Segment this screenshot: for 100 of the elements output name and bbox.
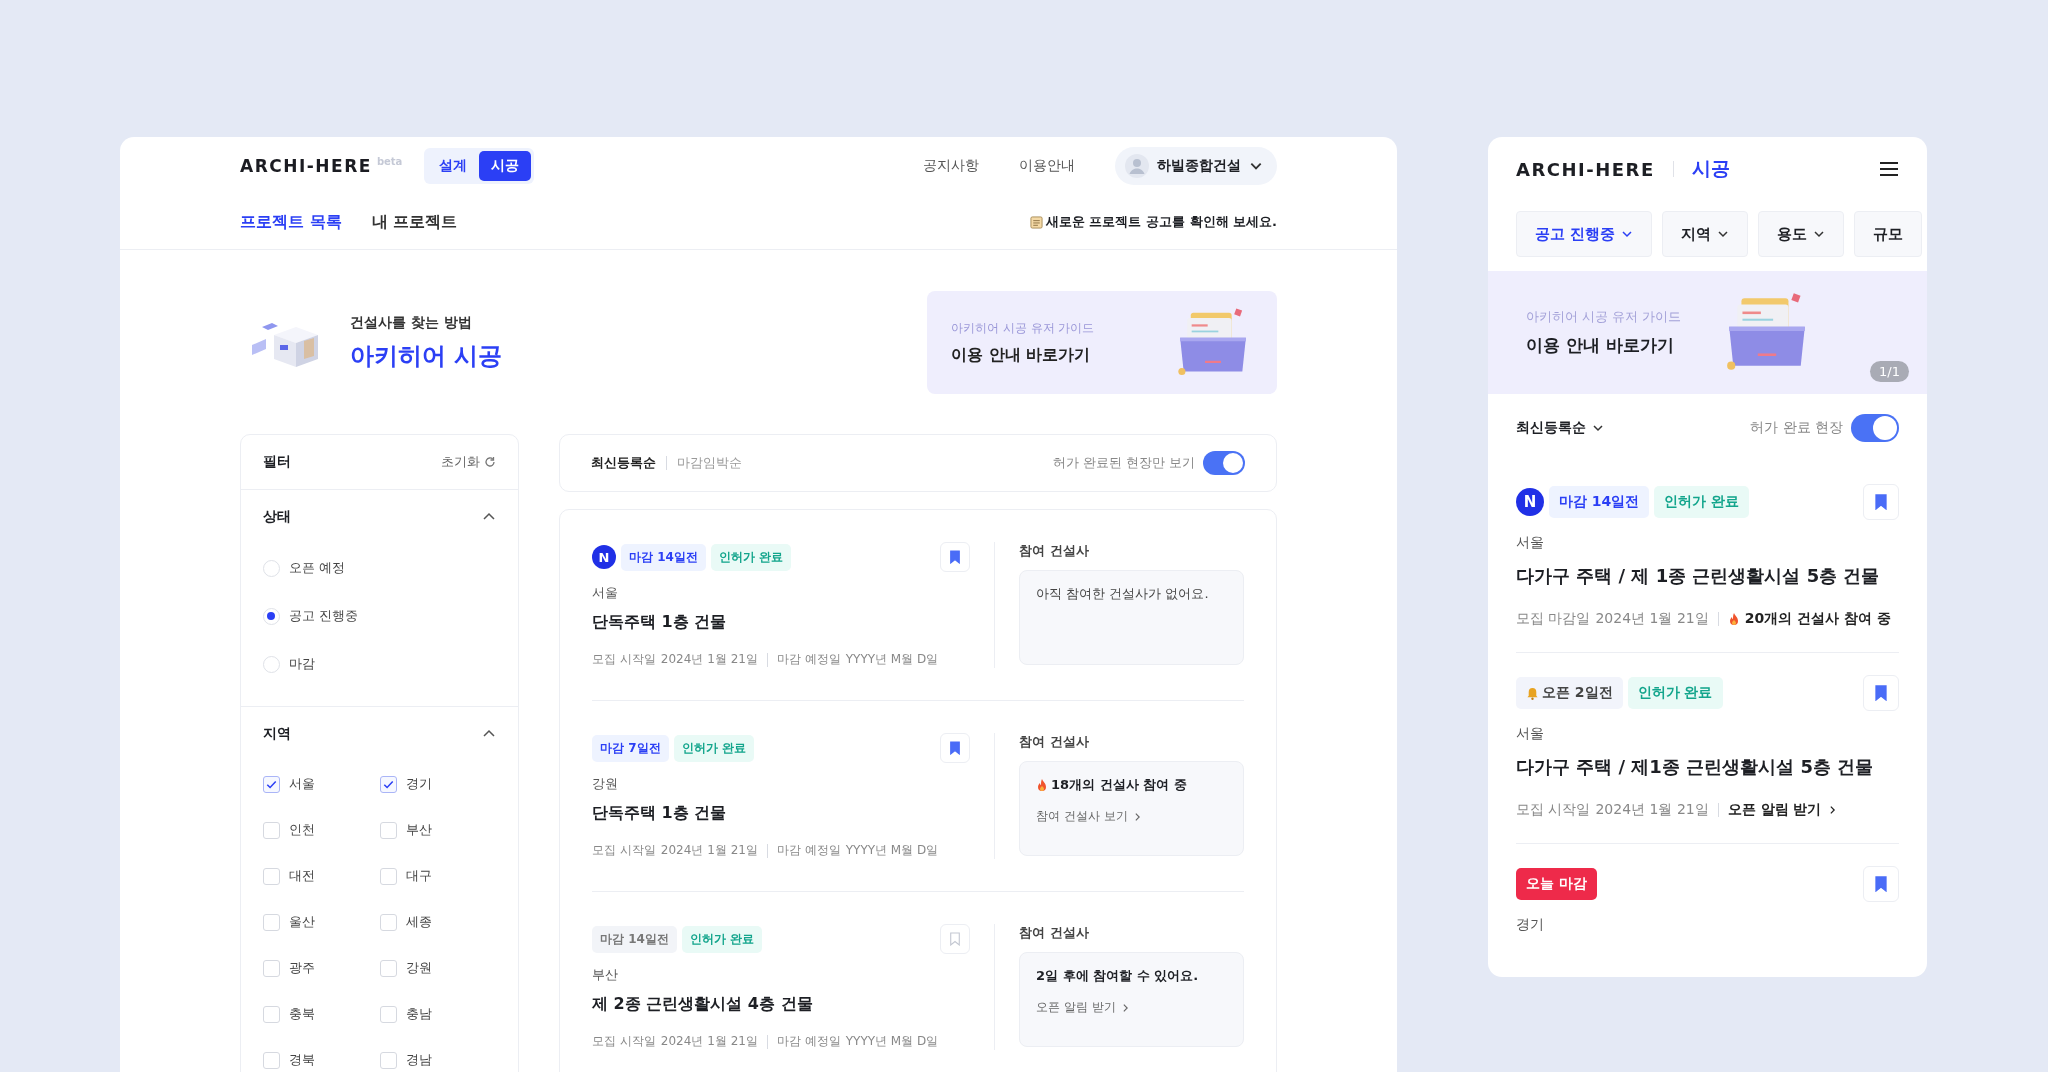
option-label: 경북 — [289, 1051, 315, 1069]
option-label: 세종 — [405, 913, 432, 931]
participants-link[interactable]: 참여 건설사 보기 — [1036, 808, 1227, 825]
status-badge: 인허가 완료 — [673, 734, 754, 762]
nav-tab[interactable]: 프로젝트 목록 — [240, 197, 342, 247]
guide-title: 이용 안내 바로가기 — [951, 344, 1092, 366]
filter-section-title: 지역 — [263, 725, 291, 743]
checkbox[interactable] — [379, 959, 397, 977]
project-title[interactable]: 제 2종 근린생활시설 4층 건물 — [592, 994, 970, 1015]
status-badge: 인허가 완료 — [1654, 486, 1750, 518]
filter-section-title: 상태 — [263, 508, 291, 526]
chevron-down-icon — [1717, 228, 1730, 240]
toggle-switch[interactable] — [1203, 451, 1245, 475]
status-badge: 인허가 완료 — [681, 925, 763, 953]
option-label: 마감 — [289, 655, 315, 673]
date-value: 2024년 1월 21일 — [660, 842, 758, 859]
checkbox[interactable] — [263, 1051, 280, 1069]
nav-tab[interactable]: 내 프로젝트 — [371, 197, 458, 247]
date-value: 2024년 1월 21일 — [660, 1033, 758, 1050]
date-label: 모집 시작일 — [592, 651, 656, 668]
bookmark-icon — [1874, 876, 1888, 892]
nav-link[interactable]: 이용안내 — [1019, 157, 1075, 175]
participants-text: 2일 후에 참여할 수 있어요. — [1036, 967, 1199, 985]
bookmark-icon — [1874, 494, 1888, 510]
region-label: 강원 — [592, 775, 619, 793]
option-label: 오픈 예정 — [289, 559, 346, 577]
hero-subtitle: 건설사를 찾는 방법 — [350, 313, 473, 332]
section-title: 시공 — [1691, 156, 1730, 181]
status-badge: 마감 14일전 — [621, 543, 706, 571]
sort-dropdown[interactable]: 최신등록순 — [1516, 419, 1604, 437]
guide-title: 이용 안내 바로가기 — [1526, 334, 1675, 357]
alert-link[interactable]: 오픈 알림 받기 — [1727, 801, 1837, 819]
option-label: 충남 — [405, 1005, 432, 1023]
status-badge: 마감 14일전 — [1549, 486, 1650, 518]
project-title[interactable]: 단독주택 1층 건물 — [592, 803, 970, 824]
bookmark-icon — [949, 932, 961, 946]
project-title[interactable]: 다가구 주택 / 제1종 근린생활시설 5층 건물 — [1516, 755, 1899, 779]
bookmark-button[interactable] — [1863, 675, 1899, 711]
new-badge: N — [592, 545, 616, 569]
filter-chip[interactable]: 공고 진행중 — [1516, 211, 1653, 257]
notice-text[interactable]: 새로운 프로젝트 공고를 확인해 보세요. — [1045, 213, 1277, 231]
bookmark-icon — [949, 741, 961, 755]
checkbox[interactable] — [379, 775, 397, 793]
project-title[interactable]: 다가구 주택 / 제 1종 근린생활시설 5층 건물 — [1516, 564, 1899, 588]
bookmark-button[interactable] — [940, 542, 970, 572]
page-indicator: 1/1 — [1870, 361, 1909, 382]
checkbox[interactable] — [379, 1051, 397, 1069]
fire-icon — [1036, 778, 1048, 792]
option-label: 서울 — [289, 775, 315, 793]
bookmark-button[interactable] — [940, 733, 970, 763]
checkbox[interactable] — [263, 775, 280, 793]
filter-chip[interactable]: 용도 — [1758, 211, 1845, 257]
participants-label: 참여 건설사 — [1019, 542, 1090, 560]
region-label: 서울 — [592, 584, 619, 602]
checkbox[interactable] — [263, 959, 280, 977]
sort-option[interactable]: 최신등록순 — [591, 454, 656, 472]
checkbox[interactable] — [379, 867, 397, 885]
checkbox[interactable] — [379, 1005, 397, 1023]
toggle-switch[interactable] — [1851, 414, 1899, 442]
mode-tab[interactable]: 시공 — [479, 151, 532, 181]
date-label: 마감 예정일 — [776, 842, 841, 859]
project-title[interactable]: 단독주택 1층 건물 — [592, 612, 970, 633]
region-label: 서울 — [1516, 534, 1545, 552]
menu-icon[interactable] — [1879, 161, 1899, 177]
filter-chip[interactable]: 지역 — [1662, 211, 1749, 257]
user-menu[interactable]: 하빌종합건설 — [1115, 147, 1277, 185]
date-label: 모집 시작일 — [1516, 801, 1591, 819]
chevron-down-icon — [1621, 228, 1634, 240]
checkbox[interactable] — [263, 1005, 280, 1023]
guide-banner[interactable]: 아키히어 시공 유저 가이드 이용 안내 바로가기 1/1 — [1488, 271, 1927, 394]
option-label: 부산 — [405, 821, 432, 839]
option-label: 인천 — [289, 821, 315, 839]
date-label: 마감 예정일 — [776, 1033, 841, 1050]
participants-label: 참여 건설사 — [1019, 924, 1090, 942]
region-label: 부산 — [592, 966, 619, 984]
checkbox[interactable] — [263, 867, 280, 885]
checkbox[interactable] — [263, 821, 280, 839]
option-label: 대전 — [289, 867, 315, 885]
checkbox[interactable] — [263, 913, 280, 931]
filter-chip[interactable]: 규모 — [1854, 211, 1923, 257]
bookmark-button[interactable] — [1863, 484, 1899, 520]
reset-button[interactable]: 초기화 — [441, 453, 496, 471]
checkbox[interactable] — [379, 913, 397, 931]
mode-tab[interactable]: 설계 — [427, 151, 480, 181]
chevron-right-icon — [1133, 811, 1141, 822]
chevron-right-icon — [1121, 1002, 1129, 1013]
option-label: 강원 — [405, 959, 432, 977]
status-badge: 오늘 마감 — [1516, 868, 1597, 900]
bookmark-icon — [1874, 685, 1888, 701]
guide-banner[interactable]: 아키히어 시공 유저 가이드 이용 안내 바로가기 — [927, 291, 1277, 394]
logo[interactable]: ARCHI-HERE — [1516, 158, 1655, 180]
date-label: 모집 시작일 — [592, 842, 656, 859]
bookmark-button[interactable] — [1863, 866, 1899, 902]
date-value: 2024년 1월 21일 — [1595, 801, 1709, 819]
region-label: 서울 — [1516, 725, 1545, 743]
nav-link[interactable]: 공지사항 — [923, 157, 979, 175]
checkbox[interactable] — [379, 821, 397, 839]
logo[interactable]: ARCHI-HERE — [240, 156, 372, 176]
participants-link[interactable]: 오픈 알림 받기 — [1036, 999, 1227, 1016]
guide-caption: 아키히어 시공 유저 가이드 — [951, 319, 1095, 337]
